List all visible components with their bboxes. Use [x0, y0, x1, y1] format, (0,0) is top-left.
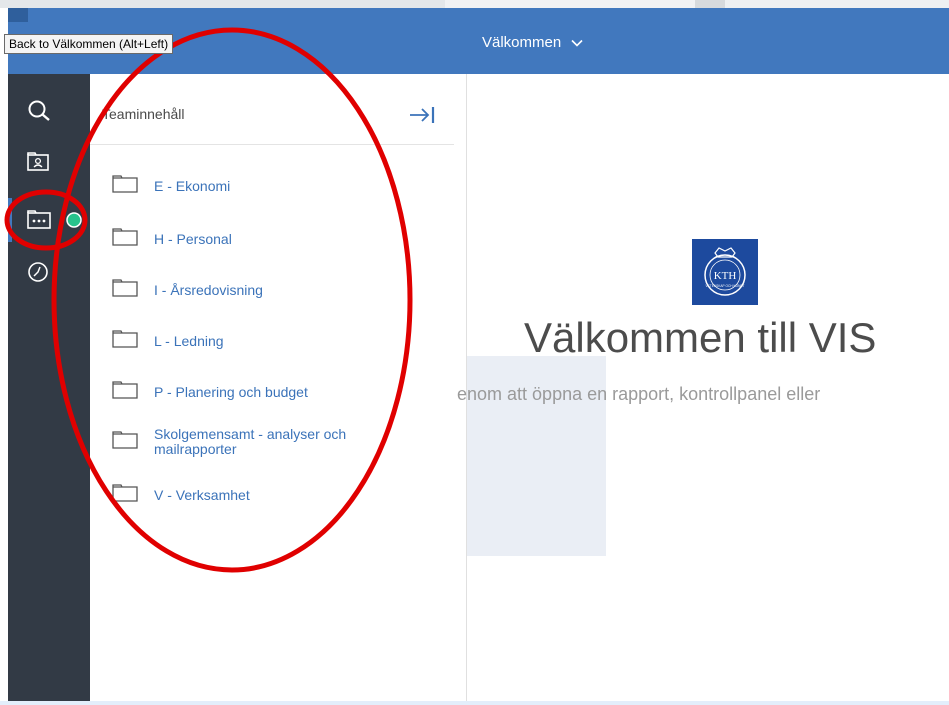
- strip-segment: [0, 0, 445, 8]
- folder-item[interactable]: H - Personal: [112, 227, 364, 252]
- collapse-right-icon: [406, 107, 440, 132]
- folder-label: Skolgemensamt - analyser och mailrapport…: [154, 426, 347, 457]
- folder-label: H - Personal: [154, 231, 232, 247]
- header-corner: [8, 8, 28, 22]
- panel-header: Teaminnehåll: [90, 74, 454, 145]
- my-content-button[interactable]: [8, 140, 90, 184]
- bottom-border: [0, 701, 949, 705]
- folder-label: E - Ekonomi: [154, 178, 231, 194]
- folder-icon: [112, 329, 138, 354]
- chevron-down-icon: [571, 34, 583, 51]
- folder-item[interactable]: P - Planering och budget: [112, 380, 364, 405]
- team-content-button[interactable]: [8, 198, 90, 242]
- search-button[interactable]: [8, 88, 90, 132]
- logo-text: KTH: [714, 270, 737, 282]
- folder-item[interactable]: Skolgemensamt - analyser och mailrapport…: [112, 427, 364, 457]
- folder-icon: [112, 380, 138, 405]
- folder-item[interactable]: V - Verksamhet: [112, 483, 364, 508]
- strip-segment: [695, 0, 725, 8]
- recent-button[interactable]: [8, 250, 90, 294]
- page-title-dropdown[interactable]: Välkommen: [482, 34, 583, 51]
- folder-item[interactable]: E - Ekonomi: [112, 174, 364, 199]
- team-content-panel: Teaminnehåll E - Ekonomi H - Personal I …: [90, 74, 467, 705]
- folder-icon: [112, 278, 138, 303]
- folder-label: L - Ledning: [154, 333, 224, 349]
- folder-item[interactable]: L - Ledning: [112, 329, 364, 354]
- welcome-area: KTH VETENSKAP OCH KONST Välkommen till V…: [457, 74, 949, 705]
- kth-logo: KTH VETENSKAP OCH KONST: [692, 239, 758, 310]
- strip-segment: [445, 0, 695, 8]
- folder-icon: [112, 430, 138, 455]
- welcome-subtitle: enom att öppna en rapport, kontrollpanel…: [457, 384, 821, 404]
- folder-icon: [112, 174, 138, 199]
- folder-label: V - Verksamhet: [154, 487, 250, 503]
- folder-item[interactable]: I - Årsredovisning: [112, 278, 364, 303]
- folder-label: I - Årsredovisning: [154, 282, 263, 298]
- side-navigation: [8, 74, 90, 705]
- folder-icon: [112, 483, 138, 508]
- collapse-panel-button[interactable]: [406, 102, 440, 128]
- back-tooltip: Back to Välkommen (Alt+Left): [4, 34, 174, 54]
- window-top-strip: [0, 0, 949, 8]
- folder-label: P - Planering och budget: [154, 384, 308, 400]
- panel-title: Teaminnehåll: [102, 106, 185, 122]
- folder-icon: [112, 227, 138, 252]
- page-title: Välkommen: [482, 34, 562, 51]
- logo-ring-text: VETENSKAP OCH KONST: [706, 284, 745, 288]
- welcome-heading: Välkommen till VIS: [524, 314, 877, 361]
